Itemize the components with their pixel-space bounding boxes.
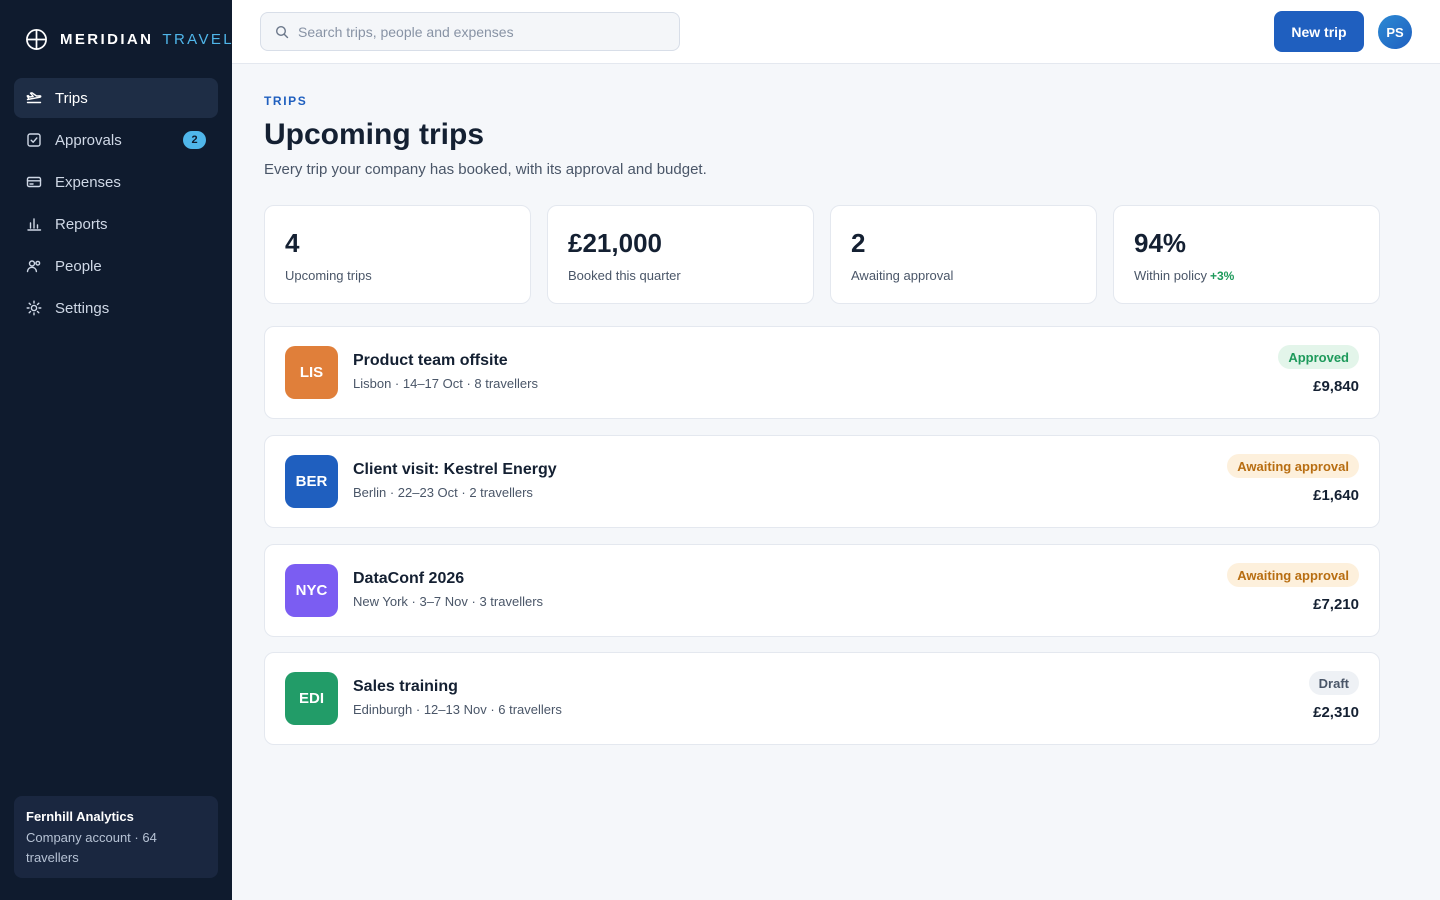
- stat-label: Within policy +3%: [1134, 268, 1359, 283]
- trip-meta: Lisbon · 14–17 Oct · 8 travellers: [353, 376, 538, 391]
- trip-cost: £1,640: [1313, 487, 1359, 504]
- trip-cost: £7,210: [1313, 596, 1359, 613]
- sidebar-item-label: Expenses: [55, 173, 121, 191]
- plane-icon: [26, 90, 42, 106]
- stat-card-upcoming: 4 Upcoming trips: [264, 205, 531, 304]
- search-box[interactable]: [260, 12, 680, 51]
- sidebar-nav: Trips Approvals 2 Expenses Reports Peopl…: [14, 78, 218, 330]
- stat-label: Upcoming trips: [285, 268, 372, 283]
- compass-logo-icon: [25, 28, 48, 51]
- company-account-card[interactable]: Fernhill Analytics Company account · 64 …: [14, 796, 218, 878]
- account-name: Fernhill Analytics: [26, 809, 134, 824]
- trip-city-code: LIS: [285, 346, 338, 399]
- avatar[interactable]: PS: [1378, 15, 1412, 49]
- trip-card[interactable]: LIS Product team offsite Lisbon · 14–17 …: [264, 326, 1380, 419]
- stat-label: Booked this quarter: [568, 268, 681, 283]
- approvals-count-badge: 2: [183, 131, 206, 149]
- sidebar-item-label: Approvals: [55, 131, 122, 149]
- sidebar-item-label: People: [55, 257, 102, 275]
- stat-card-awaiting: 2 Awaiting approval: [830, 205, 1097, 304]
- stat-card-policy: 94% Within policy +3%: [1113, 205, 1380, 304]
- trip-city-code: BER: [285, 455, 338, 508]
- stat-value: 94%: [1134, 228, 1187, 258]
- trip-city-code: EDI: [285, 672, 338, 725]
- sidebar-item-people[interactable]: People: [14, 246, 218, 286]
- trip-city-code: NYC: [285, 564, 338, 617]
- sidebar-item-label: Settings: [55, 299, 110, 317]
- trip-card[interactable]: BER Client visit: Kestrel Energy Berlin …: [264, 435, 1380, 528]
- stat-value: £21,000: [568, 228, 662, 258]
- trip-name: DataConf 2026: [353, 570, 465, 587]
- brand-name: MERIDIAN: [60, 30, 154, 48]
- new-trip-button[interactable]: New trip: [1274, 11, 1364, 52]
- trip-cost: £9,840: [1313, 378, 1359, 395]
- trip-cost: £2,310: [1313, 704, 1359, 721]
- brand-sub: TRAVEL: [162, 30, 235, 48]
- brand[interactable]: MERIDIAN TRAVEL: [25, 27, 234, 51]
- status-badge: Approved: [1278, 345, 1359, 369]
- stat-value: 4: [285, 228, 300, 258]
- sidebar-item-trips[interactable]: Trips: [14, 78, 218, 118]
- stat-label: Awaiting approval: [851, 268, 954, 283]
- search-input[interactable]: [298, 23, 658, 40]
- sidebar-item-reports[interactable]: Reports: [14, 204, 218, 244]
- trip-name: Client visit: Kestrel Energy: [353, 461, 557, 478]
- stat-card-booked: £21,000 Booked this quarter: [547, 205, 814, 304]
- credit-card-icon: [26, 174, 42, 190]
- sidebar-item-label: Reports: [55, 215, 108, 233]
- trip-meta: New York · 3–7 Nov · 3 travellers: [353, 594, 544, 609]
- stat-delta: +3%: [1209, 269, 1235, 283]
- users-icon: [26, 258, 42, 274]
- sidebar-item-expenses[interactable]: Expenses: [14, 162, 218, 202]
- sidebar: MERIDIAN TRAVEL Trips Approvals 2 Expens…: [0, 0, 232, 900]
- trip-name: Product team offsite: [353, 352, 508, 369]
- gear-icon: [26, 300, 42, 316]
- topbar: New trip PS: [232, 0, 1440, 64]
- trip-card[interactable]: NYC DataConf 2026 New York · 3–7 Nov · 3…: [264, 544, 1380, 637]
- status-badge: Draft: [1308, 671, 1359, 695]
- stat-label-text: Within policy: [1134, 268, 1207, 283]
- status-badge: Awaiting approval: [1227, 563, 1359, 587]
- trip-meta: Edinburgh · 12–13 Nov · 6 travellers: [353, 702, 562, 717]
- search-icon: [275, 25, 289, 39]
- stat-value: 2: [851, 228, 866, 258]
- page-subtitle: Every trip your company has booked, with…: [264, 161, 707, 178]
- account-meta: Company account · 64 travellers: [26, 830, 157, 865]
- sidebar-item-settings[interactable]: Settings: [14, 288, 218, 328]
- trip-meta: Berlin · 22–23 Oct · 2 travellers: [353, 485, 533, 500]
- trip-name: Sales training: [353, 678, 458, 695]
- stats-row: 4 Upcoming trips £21,000 Booked this qua…: [264, 205, 1380, 304]
- page-eyebrow: TRIPS: [264, 94, 308, 108]
- sidebar-item-approvals[interactable]: Approvals 2: [14, 120, 218, 160]
- sidebar-item-label: Trips: [55, 89, 88, 107]
- trip-card[interactable]: EDI Sales training Edinburgh · 12–13 Nov…: [264, 652, 1380, 745]
- page-title: Upcoming trips: [264, 118, 485, 151]
- status-badge: Awaiting approval: [1227, 454, 1359, 478]
- check-square-icon: [26, 132, 42, 148]
- bar-chart-icon: [26, 216, 42, 232]
